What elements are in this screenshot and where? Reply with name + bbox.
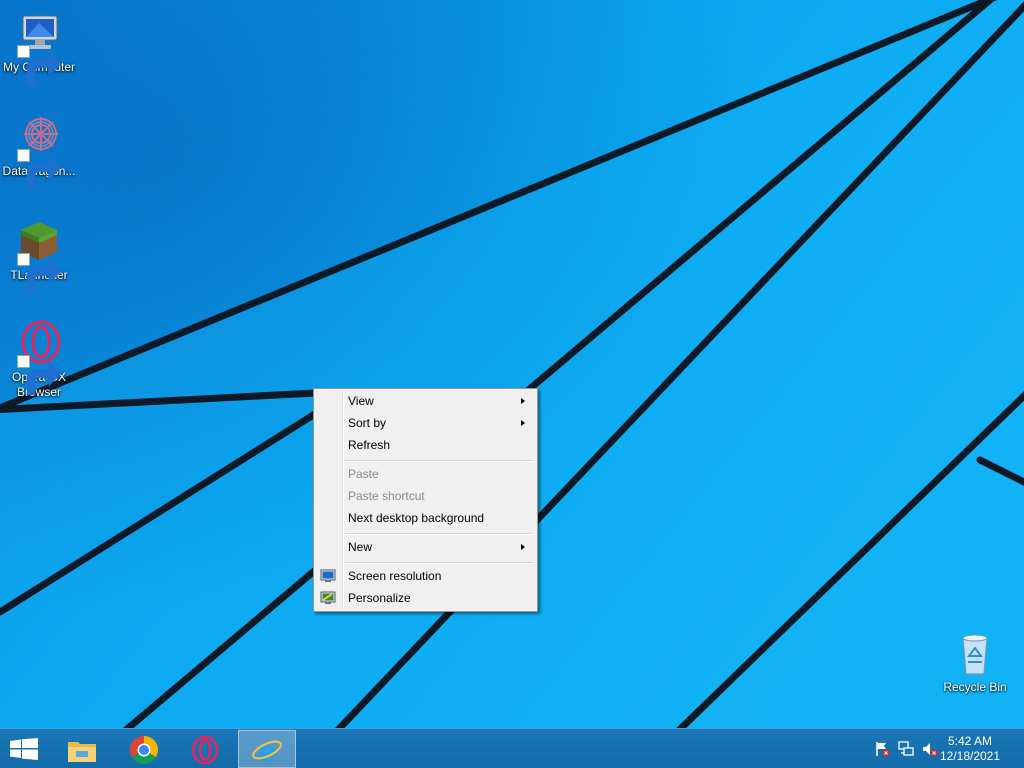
shortcut-arrow-icon [17, 355, 62, 396]
svg-text:e: e [258, 735, 276, 767]
recycle-bin-icon [951, 630, 999, 678]
chrome-icon [130, 736, 158, 764]
my-computer-shortcut[interactable]: My Computer [0, 10, 78, 86]
start-button[interactable] [0, 730, 48, 768]
recycle-bin[interactable]: Recycle Bin [936, 630, 1014, 695]
desktop-wallpaper [0, 0, 1024, 768]
taskbar-chrome[interactable] [116, 730, 172, 768]
shortcut-arrow-icon [17, 45, 62, 86]
menu-item-screen-resolution[interactable]: Screen resolution [316, 565, 535, 587]
datawagon-gear-icon [15, 114, 63, 190]
tlauncher-shortcut[interactable]: TLauncher [0, 218, 78, 294]
menu-item-sort-by[interactable]: Sort by [316, 412, 535, 434]
clock-time: 5:42 AM [947, 734, 993, 748]
monitor-icon [320, 569, 336, 582]
taskbar-opera-gx[interactable] [177, 730, 233, 768]
windows-logo-icon [10, 738, 38, 760]
menu-item-new[interactable]: New [316, 536, 535, 558]
menu-separator [345, 460, 533, 462]
network-icon[interactable] [898, 741, 914, 757]
opera-gx-icon [15, 320, 63, 396]
action-center-flag-icon[interactable] [874, 741, 890, 757]
menu-item-view[interactable]: View [316, 390, 535, 412]
submenu-arrow-icon [521, 420, 525, 426]
clock-date: 12/18/2021 [939, 749, 1001, 763]
submenu-arrow-icon [521, 398, 525, 404]
shortcut-arrow-icon [17, 253, 62, 294]
menu-separator [345, 562, 533, 564]
internet-explorer-icon: e [252, 735, 282, 767]
taskbar-clock[interactable]: 5:42 AM 12/18/2021 [930, 734, 1010, 764]
menu-item-personalize[interactable]: Personalize [316, 587, 535, 609]
grass-block-icon [15, 218, 63, 294]
file-explorer-icon [68, 742, 96, 762]
menu-item-next-desktop-background[interactable]: Next desktop background [316, 507, 535, 529]
opera-gx-icon [191, 735, 219, 765]
shortcut-arrow-icon [17, 149, 62, 190]
menu-item-paste-shortcut: Paste shortcut [348, 489, 425, 503]
desktop-context-menu: View Sort by Refresh Paste Paste shortcu… [313, 388, 538, 612]
desktop-icon-label: Recycle Bin [943, 680, 1007, 694]
menu-item-refresh[interactable]: Refresh [316, 434, 535, 456]
datawagon-shortcut[interactable]: DataWagon... [0, 114, 78, 190]
menu-item-paste: Paste [348, 467, 379, 481]
submenu-arrow-icon [521, 544, 525, 550]
personalize-icon [320, 591, 336, 604]
taskbar-file-explorer[interactable] [54, 730, 110, 768]
taskbar: e 5:42 AM 12/18/2021 [0, 728, 1024, 768]
menu-separator [345, 533, 533, 535]
computer-icon [15, 10, 63, 86]
taskbar-internet-explorer[interactable]: e [238, 730, 296, 768]
opera-gx-shortcut[interactable]: Opera GX Browser [0, 320, 78, 400]
